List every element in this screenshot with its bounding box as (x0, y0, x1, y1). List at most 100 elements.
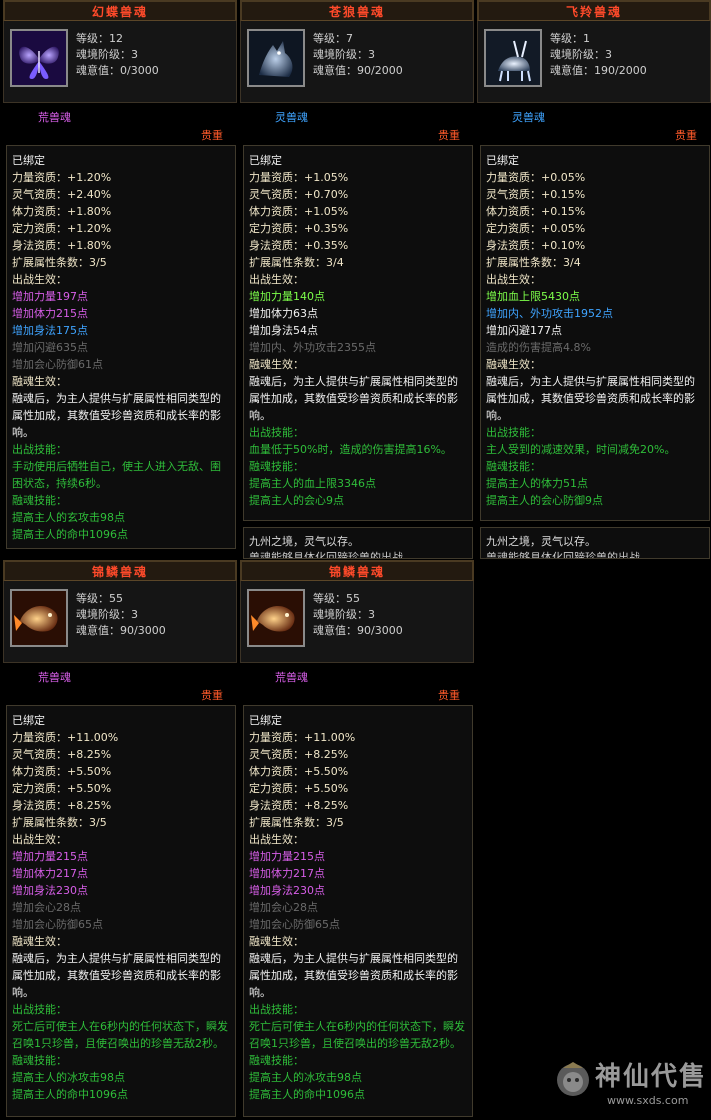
description-line: 主人受到的减速效果，时间减免20%。 (486, 443, 676, 456)
description-line: 手动使用后牺牲自己，使主人进入无敌、圉困状态，持续6秒。 (12, 460, 221, 490)
description-line: 增加会心28点 (249, 901, 318, 914)
card-header: 等级：12 魂境阶级：3 魂意值：0/3000 (3, 21, 237, 103)
description-line: 出战技能： (486, 426, 541, 439)
card-title: 飞羚兽魂 (477, 0, 711, 21)
rarity-label: 贵重 (438, 689, 460, 702)
description-line: 体力资质：+1.80% (12, 205, 112, 218)
card-stats: 等级：1 魂境阶级：3 魂意值：190/2000 (550, 31, 647, 79)
description-line: 融魂技能： (249, 460, 304, 473)
description-line: 定力资质：+1.20% (12, 222, 112, 235)
description-line: 出战技能： (249, 426, 304, 439)
card-description: 已绑定 力量资质：+11.00% 灵气资质：+8.25% 体力资质：+5.50% 定力资… (6, 705, 236, 1117)
card-meta: 荒兽魂 贵重 (240, 663, 474, 705)
description-line: 出战技能： (12, 443, 67, 456)
grade-label: 灵兽魂 (512, 111, 545, 124)
koi-portrait-icon (247, 589, 305, 647)
description-line: 扩展属性条数：3/5 (249, 816, 344, 829)
site-watermark: 神仙代售 www.sxds.com (547, 1050, 707, 1116)
description-line: 增加力量197点 (12, 290, 88, 303)
grade-label: 灵兽魂 (275, 111, 308, 124)
grade-label: 荒兽魂 (38, 671, 71, 684)
card-meta: 荒兽魂 贵重 (3, 103, 237, 145)
card-lore: 九州之境，灵气以存。 兽魂能够具体化回蹄珍兽的出战 (480, 527, 710, 559)
description-line: 增加会心防御65点 (12, 918, 103, 931)
description-line: 增加闪避635点 (12, 341, 88, 354)
description-line: 出战生效： (12, 833, 67, 846)
beast-soul-card-canglang: 苍狼兽魂 等级：7 魂境阶级：3 魂意值：90/2000 灵兽魂 贵重 已绑定力… (240, 0, 474, 559)
card-stats: 等级：55 魂境阶级：3 魂意值：90/3000 (76, 591, 166, 639)
description-line: 出战技能： (249, 1003, 304, 1016)
rarity-label: 贵重 (675, 129, 697, 142)
description-line: 定力资质：+0.35% (249, 222, 349, 235)
description-line: 体力资质：+0.15% (486, 205, 586, 218)
description-line: 增加身法54点 (249, 324, 318, 337)
level-text: 等级：12 (76, 32, 123, 45)
butterfly-portrait-icon (10, 29, 68, 87)
realm-rank-text: 魂境阶级：3 (76, 608, 138, 621)
watermark-brand: 神仙代售 (595, 1062, 708, 1092)
description-line: 力量资质：+1.20% (12, 171, 112, 184)
description-line: 灵气资质：+8.25% (249, 748, 349, 761)
description-line: 造成的伤害提高4.8% (486, 341, 591, 354)
description-line: 扩展属性条数：3/5 (12, 256, 107, 269)
description-line: 出战生效： (249, 833, 304, 846)
watermark-url: www.sxds.com (607, 1094, 689, 1107)
description-line: 增加闪避177点 (486, 324, 562, 337)
level-text: 等级：55 (76, 592, 123, 605)
card-description: 已绑定 力量资质：+0.05% 灵气资质：+0.15% 体力资质：+0.15% 定力资质… (480, 145, 710, 521)
description-line: 增加会心防御61点 (12, 358, 103, 371)
description-line: 身法资质：+8.25% (12, 799, 112, 812)
beast-soul-card-huandie: 幻蝶兽魂 等级：12 魂境阶级：3 魂意值：0/3000 荒兽魂 贵重 已绑定力… (3, 0, 237, 549)
description-line: 出战生效： (12, 273, 67, 286)
description-line: 融魂生效： (249, 935, 304, 948)
description-line: 增加身法230点 (12, 884, 88, 897)
grade-label: 荒兽魂 (38, 111, 71, 124)
description-line: 身法资质：+8.25% (249, 799, 349, 812)
description-line: 扩展属性条数：3/4 (486, 256, 581, 269)
description-line: 增加身法230点 (249, 884, 325, 897)
card-description: 已绑定 力量资质：+11.00% 灵气资质：+8.25% 体力资质：+5.50% 定力资… (243, 705, 473, 1117)
description-line: 提高主人的会心防御9点 (486, 494, 603, 507)
antelope-portrait-icon (484, 29, 542, 87)
wolf-portrait-icon (247, 29, 305, 87)
description-line: 身法资质：+0.35% (249, 239, 349, 252)
description-line: 力量资质：+11.00% (249, 731, 356, 744)
card-header: 等级：7 魂境阶级：3 魂意值：90/2000 (240, 21, 474, 103)
card-stats: 等级：12 魂境阶级：3 魂意值：0/3000 (76, 31, 159, 79)
description-line: 融魂后，为主人提供与扩展属性相同类型的属性加成，其数值受珍兽资质和成长率的影响。 (249, 375, 458, 422)
description-line: 融魂技能： (12, 1054, 67, 1067)
description-line: 融魂生效： (12, 375, 67, 388)
soul-value-text: 魂意值：90/2000 (313, 64, 403, 77)
rarity-label: 贵重 (201, 689, 223, 702)
description-line: 提高主人的玄攻击98点 (12, 511, 125, 524)
description-line: 灵气资质：+0.70% (249, 188, 349, 201)
description-line: 融魂生效： (486, 358, 541, 371)
card-meta: 灵兽魂 贵重 (477, 103, 711, 145)
description-line: 提高主人的命中1096点 (12, 1088, 128, 1101)
description-line: 增加血上限5430点 (486, 290, 580, 303)
description-line: 提高主人的命中1096点 (249, 1088, 365, 1101)
mascot-logo-icon (557, 1062, 589, 1096)
description-line: 灵气资质：+2.40% (12, 188, 112, 201)
card-title: 幻蝶兽魂 (3, 0, 237, 21)
description-line: 融魂技能： (12, 494, 67, 507)
soul-value-text: 魂意值：190/2000 (550, 64, 647, 77)
description-line: 定力资质：+5.50% (12, 782, 112, 795)
description-line: 出战生效： (486, 273, 541, 286)
description-line: 融魂技能： (486, 460, 541, 473)
description-line: 已绑定 (12, 154, 45, 167)
description-line: 死亡后可使主人在6秒内的任何状态下，瞬发召唤1只珍兽，且使召唤出的珍兽无敌2秒。 (12, 1020, 228, 1050)
description-line: 灵气资质：+8.25% (12, 748, 112, 761)
grade-label: 荒兽魂 (275, 671, 308, 684)
soul-value-text: 魂意值：90/3000 (313, 624, 403, 637)
description-line: 出战生效： (249, 273, 304, 286)
description-line: 定力资质：+5.50% (249, 782, 349, 795)
description-line: 增加体力215点 (12, 307, 88, 320)
lore-line: 九州之境，灵气以存。 (486, 535, 596, 548)
card-header: 等级：55 魂境阶级：3 魂意值：90/3000 (240, 581, 474, 663)
realm-rank-text: 魂境阶级：3 (76, 48, 138, 61)
description-line: 死亡后可使主人在6秒内的任何状态下，瞬发召唤1只珍兽，且使召唤出的珍兽无敌2秒。 (249, 1020, 465, 1050)
description-line: 提高主人的血上限3346点 (249, 477, 376, 490)
card-title: 锦鳞兽魂 (3, 560, 237, 581)
description-line: 融魂生效： (12, 935, 67, 948)
